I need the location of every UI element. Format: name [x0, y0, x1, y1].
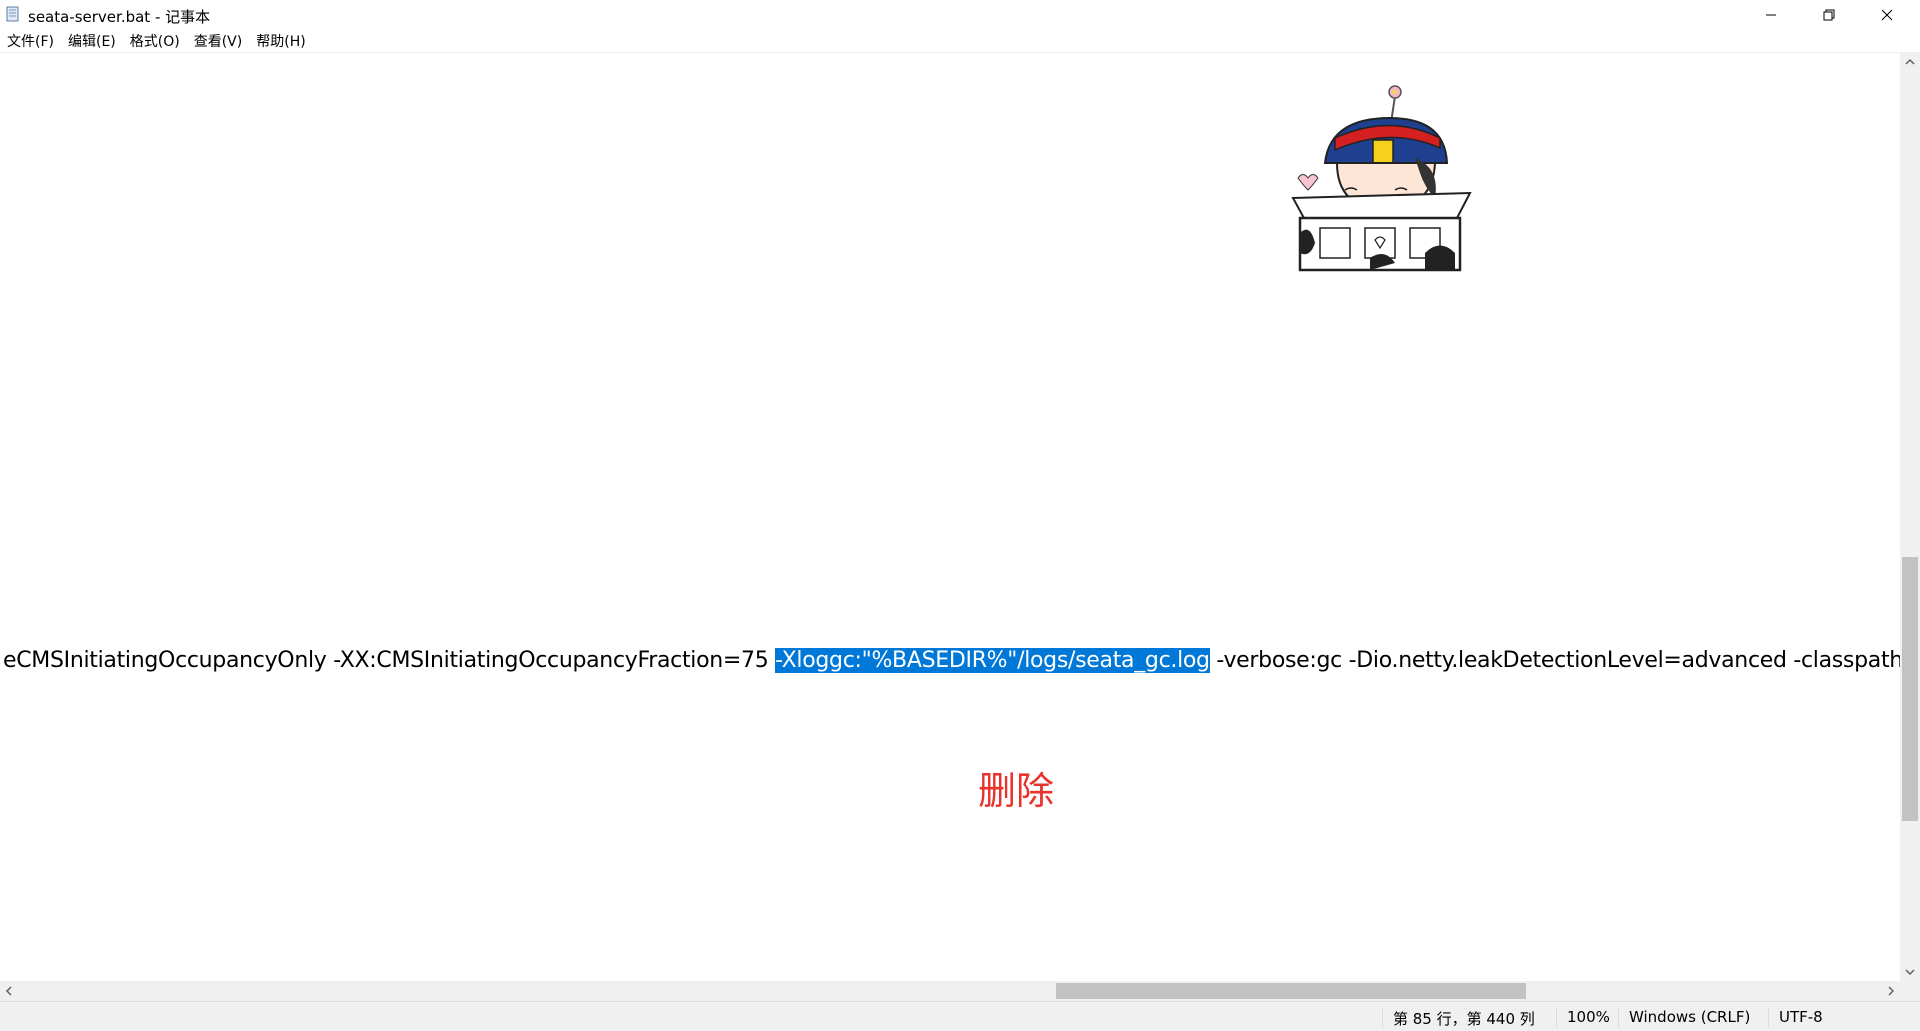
- close-icon: [1881, 9, 1893, 21]
- title-bar: seata-server.bat - 记事本: [0, 0, 1920, 30]
- restore-button[interactable]: [1800, 0, 1858, 30]
- selected-text[interactable]: -Xloggc:"%BASEDIR%"/logs/seata_gc.log: [775, 648, 1210, 673]
- menu-bar: 文件(F) 编辑(E) 格式(O) 查看(V) 帮助(H): [0, 30, 1920, 53]
- menu-view[interactable]: 查看(V): [187, 31, 250, 51]
- text-editor[interactable]: eCMSInitiatingOccupancyOnly -XX:CMSIniti…: [0, 53, 1900, 981]
- minimize-button[interactable]: [1742, 0, 1800, 30]
- status-line-ending: Windows (CRLF): [1618, 1008, 1750, 1028]
- close-button[interactable]: [1858, 0, 1916, 30]
- menu-format[interactable]: 格式(O): [123, 31, 187, 51]
- status-encoding: UTF-8: [1768, 1008, 1823, 1028]
- scroll-right-icon[interactable]: [1886, 984, 1896, 998]
- vertical-scroll-thumb[interactable]: [1902, 557, 1918, 821]
- menu-file[interactable]: 文件(F): [0, 31, 61, 51]
- menu-help[interactable]: 帮助(H): [249, 31, 312, 51]
- text-before-selection: eCMSInitiatingOccupancyOnly -XX:CMSIniti…: [3, 648, 776, 673]
- scrollbar-corner: [1900, 981, 1920, 1001]
- notepad-icon: [5, 6, 21, 22]
- delete-annotation: 删除: [978, 769, 1055, 813]
- window-title: seata-server.bat - 记事本: [28, 8, 211, 26]
- horizontal-scrollbar[interactable]: [0, 981, 1900, 1001]
- scroll-left-icon[interactable]: [4, 984, 14, 998]
- status-bar: 第 85 行，第 440 列 100% Windows (CRLF) UTF-8: [0, 1001, 1920, 1031]
- status-cursor-position: 第 85 行，第 440 列: [1382, 1008, 1535, 1028]
- editor-text-line[interactable]: eCMSInitiatingOccupancyOnly -XX:CMSIniti…: [3, 648, 1900, 673]
- scroll-up-icon[interactable]: [1904, 57, 1916, 67]
- horizontal-scroll-thumb[interactable]: [1056, 983, 1526, 999]
- scroll-down-icon[interactable]: [1904, 967, 1916, 977]
- minimize-icon: [1766, 14, 1776, 16]
- restore-icon: [1823, 9, 1835, 21]
- status-zoom: 100%: [1556, 1008, 1610, 1028]
- menu-edit[interactable]: 编辑(E): [61, 31, 123, 51]
- vertical-scrollbar[interactable]: [1900, 53, 1920, 981]
- text-after-selection: -verbose:gc -Dio.netty.leakDetectionLeve…: [1216, 648, 1900, 673]
- cartoon-sticker-image: [1291, 85, 1472, 272]
